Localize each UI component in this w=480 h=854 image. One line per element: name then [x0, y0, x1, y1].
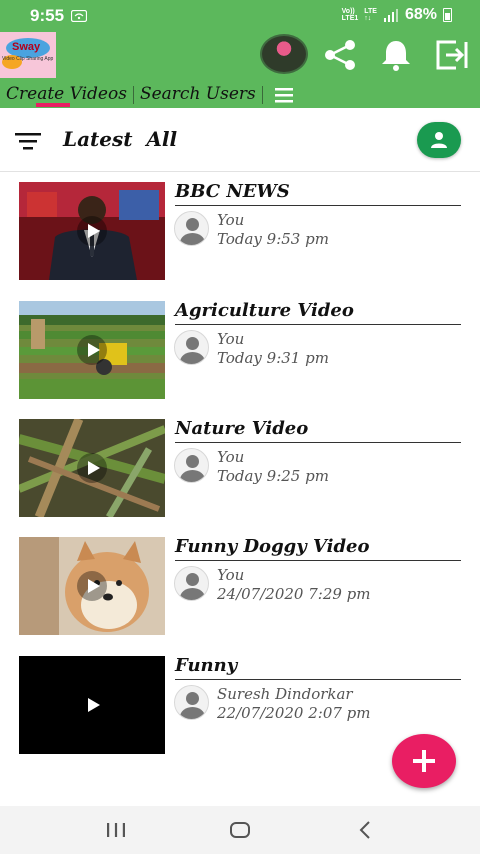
- system-nav-bar: [0, 806, 480, 854]
- user-avatar-icon: [174, 566, 209, 601]
- signal-icon: [383, 8, 398, 22]
- volte-label: Vo)): [341, 8, 355, 15]
- play-icon[interactable]: [77, 216, 107, 246]
- video-item[interactable]: Funny Doggy Video You 24/07/2020 7:29 pm: [0, 536, 480, 636]
- tab-divider: [261, 86, 263, 104]
- filter-title[interactable]: Latest All: [63, 127, 177, 151]
- play-icon[interactable]: [77, 453, 107, 483]
- video-thumbnail[interactable]: [19, 656, 165, 754]
- play-icon[interactable]: [77, 690, 107, 720]
- user-avatar-icon: [174, 211, 209, 246]
- play-icon[interactable]: [77, 335, 107, 365]
- user-avatar-icon: [174, 448, 209, 483]
- video-user: You: [217, 211, 245, 229]
- video-title[interactable]: Funny: [175, 655, 461, 680]
- play-icon[interactable]: [77, 571, 107, 601]
- video-title[interactable]: Funny Doggy Video: [175, 536, 461, 561]
- status-bar: 9:55 Vo)) LTE1 LTE ↑↓ 68%: [0, 0, 480, 32]
- video-title[interactable]: Nature Video: [175, 418, 461, 443]
- sort-icon[interactable]: [14, 132, 42, 152]
- tab-bar: Create Videos Search Users: [0, 82, 295, 108]
- tab-create-videos[interactable]: Create Videos: [0, 83, 133, 107]
- lte-sim-label: LTE1: [341, 15, 359, 22]
- profile-filter-button[interactable]: [417, 122, 461, 158]
- filter-bar: Latest All: [0, 110, 480, 172]
- lte-label: LTE: [364, 8, 377, 15]
- video-date: 24/07/2020 7:29 pm: [217, 585, 371, 603]
- logout-icon[interactable]: [434, 38, 470, 72]
- video-user: You: [217, 566, 245, 584]
- video-thumbnail[interactable]: [19, 419, 165, 517]
- status-time: 9:55: [30, 6, 65, 25]
- status-right: Vo)) LTE1 LTE ↑↓ 68%: [342, 6, 452, 24]
- video-item[interactable]: BBC NEWS You Today 9:53 pm: [0, 181, 480, 281]
- bell-icon[interactable]: [378, 38, 414, 72]
- data-arrows-label: ↑↓: [364, 15, 372, 22]
- user-avatar-icon: [174, 685, 209, 720]
- recents-icon[interactable]: [104, 818, 128, 842]
- logo-subtext: Video Clip Sharing App: [2, 56, 54, 62]
- battery-icon: [443, 8, 452, 22]
- lte-indicator: LTE ↑↓: [364, 8, 377, 22]
- back-icon[interactable]: [354, 818, 378, 842]
- video-date: 22/07/2020 2:07 pm: [217, 704, 371, 722]
- video-user: Suresh Dindorkar: [217, 685, 353, 703]
- volte-indicator: Vo)) LTE1: [342, 8, 359, 22]
- video-title[interactable]: Agriculture Video: [175, 300, 461, 325]
- tab-search-users[interactable]: Search Users: [134, 83, 262, 107]
- add-video-button[interactable]: [392, 734, 456, 788]
- video-title[interactable]: BBC NEWS: [175, 181, 461, 206]
- person-icon: [431, 132, 447, 148]
- video-date: Today 9:31 pm: [217, 349, 329, 367]
- video-user: You: [217, 330, 245, 348]
- video-thumbnail[interactable]: [19, 301, 165, 399]
- user-avatar-icon: [174, 330, 209, 365]
- video-item[interactable]: Agriculture Video You Today 9:31 pm: [0, 300, 480, 400]
- video-thumbnail[interactable]: [19, 537, 165, 635]
- battery-percent: 68%: [404, 6, 437, 23]
- video-thumbnail[interactable]: [19, 182, 165, 280]
- share-icon[interactable]: [322, 38, 358, 72]
- app-logo[interactable]: Sway Video Clip Sharing App: [0, 32, 56, 78]
- logo-graphic-icon: [2, 38, 50, 69]
- home-icon[interactable]: [228, 818, 252, 842]
- video-date: Today 9:25 pm: [217, 467, 329, 485]
- wifi-icon: [71, 10, 87, 22]
- logo-text: Sway: [12, 41, 41, 53]
- hamburger-menu-icon[interactable]: [273, 86, 295, 104]
- video-date: Today 9:53 pm: [217, 230, 329, 248]
- video-user: You: [217, 448, 245, 466]
- app-bar: Sway Video Clip Sharing App Create Video…: [0, 32, 480, 108]
- profile-avatar[interactable]: [260, 34, 308, 74]
- video-item[interactable]: Nature Video You Today 9:25 pm: [0, 418, 480, 518]
